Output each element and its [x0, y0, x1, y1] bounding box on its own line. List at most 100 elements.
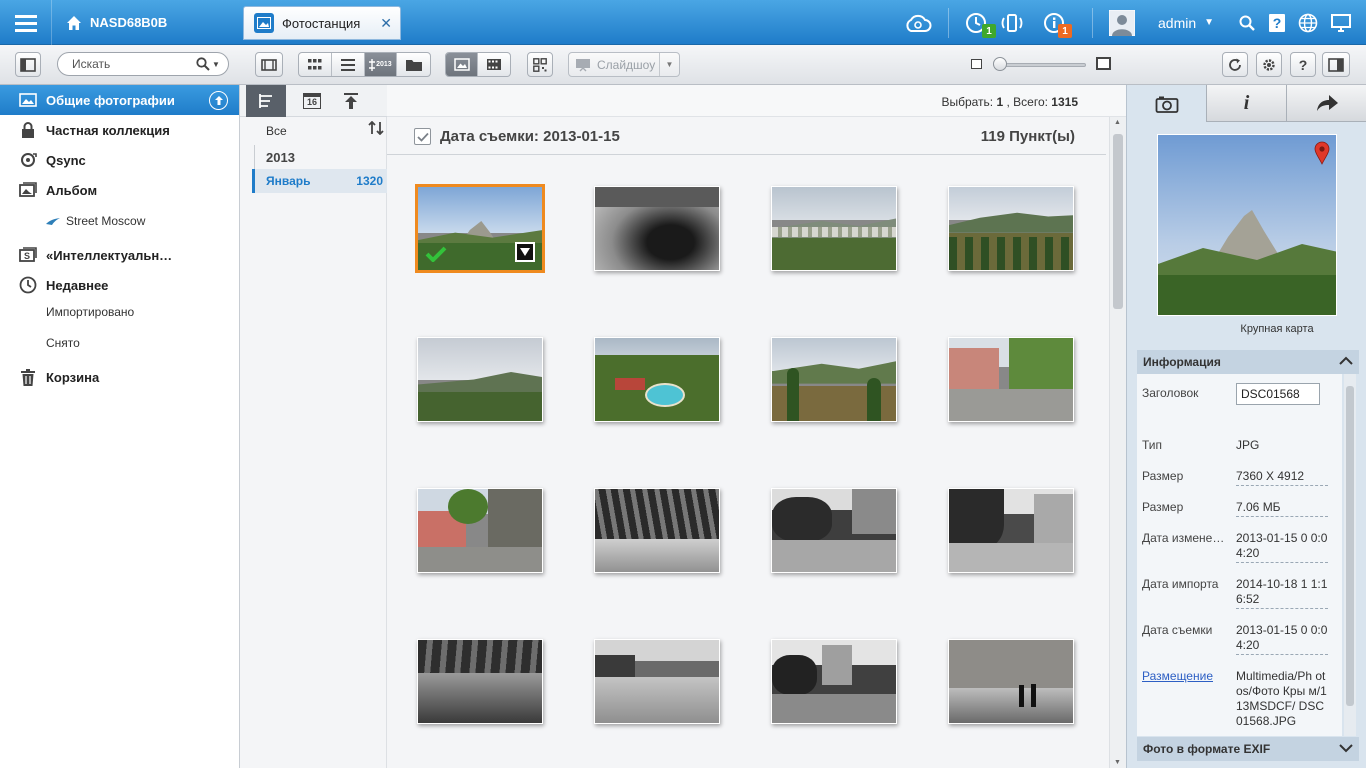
photo-menu-dropdown-icon[interactable]	[515, 242, 535, 262]
photo-thumbnail[interactable]	[771, 337, 897, 422]
info-scrollbar-thumb[interactable]	[1346, 386, 1354, 706]
tree-all[interactable]: Все	[266, 124, 287, 138]
user-avatar[interactable]	[1106, 0, 1138, 45]
qr-code-button[interactable]	[527, 52, 553, 77]
question-icon: ?	[1298, 56, 1308, 73]
close-tab-icon[interactable]: ✕	[380, 15, 392, 32]
thumbnail-size-slider[interactable]	[995, 63, 1086, 67]
slideshow-dropdown-icon[interactable]: ▼	[659, 53, 679, 76]
tree-year[interactable]: 2013	[266, 150, 295, 165]
info-scrollbar[interactable]	[1344, 374, 1356, 736]
sidebar-item-taken[interactable]: Снято	[0, 329, 239, 357]
tab-info[interactable]: i	[1207, 85, 1287, 122]
list-view-button[interactable]	[332, 53, 365, 76]
sidebar-item-imported[interactable]: Импортировано	[0, 298, 239, 326]
search-input[interactable]	[72, 57, 192, 71]
group-select-checkbox[interactable]	[414, 128, 431, 145]
toggle-right-panel-button[interactable]	[1322, 52, 1350, 77]
sort-icon[interactable]	[368, 120, 384, 138]
title-input[interactable]	[1236, 383, 1320, 405]
photo-thumbnail[interactable]	[594, 488, 720, 573]
photo-thumbnail[interactable]	[771, 186, 897, 271]
scroll-down-icon[interactable]: ▼	[1114, 759, 1121, 766]
photo-thumbnail[interactable]	[771, 639, 897, 724]
thumbnail-view-button[interactable]	[299, 53, 332, 76]
external-device-button[interactable]	[996, 0, 1028, 45]
photo-thumbnail[interactable]	[417, 337, 543, 422]
photo-thumbnail[interactable]	[948, 639, 1074, 724]
map-pin-icon[interactable]	[1314, 141, 1330, 165]
sidebar-item-trash[interactable]: Корзина	[0, 362, 239, 392]
sidebar-item-album[interactable]: Альбом	[0, 175, 239, 205]
search-options-chevron-icon[interactable]: ▼	[212, 60, 220, 69]
timeline-view-button[interactable]: 2013	[364, 53, 398, 76]
filmstrip-view-button[interactable]	[255, 52, 283, 77]
folder-view-button[interactable]	[397, 53, 430, 76]
photo-thumbnail[interactable]	[415, 184, 545, 273]
help-button[interactable]: ?	[1266, 0, 1288, 45]
slideshow-button[interactable]: Слайдшоу ▼	[568, 52, 680, 77]
sidebar-item-private-collection[interactable]: Частная коллекция	[0, 115, 239, 145]
scrollbar-thumb[interactable]	[1113, 134, 1123, 309]
photo-thumbnail[interactable]	[594, 337, 720, 422]
user-menu[interactable]: admin ▼	[1158, 0, 1214, 45]
refresh-icon	[1229, 58, 1241, 71]
scroll-up-icon[interactable]: ▲	[1114, 119, 1121, 126]
group-count: 119 Пункт(ы)	[980, 128, 1075, 145]
tab-preview[interactable]	[1127, 85, 1207, 122]
settings-button[interactable]	[1256, 52, 1282, 77]
language-button[interactable]	[1296, 0, 1320, 45]
zoom-out-icon[interactable]	[971, 59, 982, 69]
search-button[interactable]	[1236, 0, 1258, 45]
photo-filter-button[interactable]	[446, 53, 479, 76]
tab-upload-date[interactable]	[331, 85, 371, 117]
nas-home-button[interactable]: NASD68B0B	[52, 0, 237, 45]
photo-thumbnail[interactable]	[594, 186, 720, 271]
tab-timeline-tree[interactable]	[246, 85, 286, 117]
main-menu-button[interactable]	[0, 0, 52, 45]
sidebar-item-qsync[interactable]: Qsync	[0, 145, 239, 175]
exif-section-header[interactable]: Фото в формате EXIF	[1137, 737, 1359, 761]
photo-grid-area: Дата съемки: 2013-01-15 119 Пункт(ы)	[387, 117, 1126, 768]
search-box: ▼	[57, 52, 229, 76]
field-value: 2014-10-18 1 1:16:52	[1236, 577, 1328, 609]
tree-month-january[interactable]: Январь 1320	[252, 169, 387, 193]
sidebar-item-smart-album[interactable]: S «Интеллектуальн…	[0, 240, 239, 270]
info-section-title: Информация	[1143, 355, 1221, 369]
video-filter-button[interactable]	[478, 53, 510, 76]
dashboard-button[interactable]	[1328, 0, 1354, 45]
photo-thumbnail[interactable]	[594, 639, 720, 724]
tab-calendar[interactable]: 16	[292, 85, 332, 117]
photo-thumbnail[interactable]	[417, 488, 543, 573]
grid-scrollbar[interactable]: ▲ ▼	[1109, 117, 1126, 768]
slider-handle[interactable]	[993, 57, 1007, 71]
background-tasks-button[interactable]: 1	[958, 0, 996, 45]
selection-status-bar: Выбрать: 1 , Всего: 1315	[387, 85, 1126, 117]
photo-thumbnail[interactable]	[948, 337, 1074, 422]
photo-thumbnail[interactable]	[771, 488, 897, 573]
photo-thumbnail[interactable]	[948, 186, 1074, 271]
photo-thumbnail[interactable]	[948, 488, 1074, 573]
field-label: Тип	[1142, 438, 1163, 452]
sidebar-item-recent[interactable]: Недавнее	[0, 270, 239, 300]
zoom-in-icon[interactable]	[1096, 57, 1111, 70]
app-tab-photostation[interactable]: Фотостанция ✕	[243, 6, 401, 40]
info-section-header[interactable]: Информация	[1137, 350, 1359, 374]
search-icon[interactable]	[196, 57, 210, 71]
monitor-icon	[1331, 13, 1351, 32]
refresh-button[interactable]	[1222, 52, 1248, 77]
chevron-down-icon: ▼	[1204, 17, 1215, 28]
tab-share[interactable]	[1287, 85, 1366, 122]
photo-thumbnail[interactable]	[417, 639, 543, 724]
sidebar-item-shared-photos[interactable]: Общие фотографии	[0, 85, 239, 115]
sidebar-item-street-moscow[interactable]: Street Moscow	[0, 207, 239, 235]
tree-tabs: 16	[240, 85, 387, 117]
cloud-button[interactable]	[898, 0, 938, 45]
upload-icon[interactable]	[209, 91, 228, 110]
big-map-link[interactable]: Крупная карта	[1127, 323, 1366, 335]
toggle-sidebar-button[interactable]	[15, 52, 41, 77]
location-link[interactable]: Размещение	[1142, 669, 1228, 683]
event-notifications-button[interactable]: 1	[1036, 0, 1072, 45]
app-help-button[interactable]: ?	[1290, 52, 1316, 77]
photo-preview[interactable]	[1157, 134, 1337, 316]
